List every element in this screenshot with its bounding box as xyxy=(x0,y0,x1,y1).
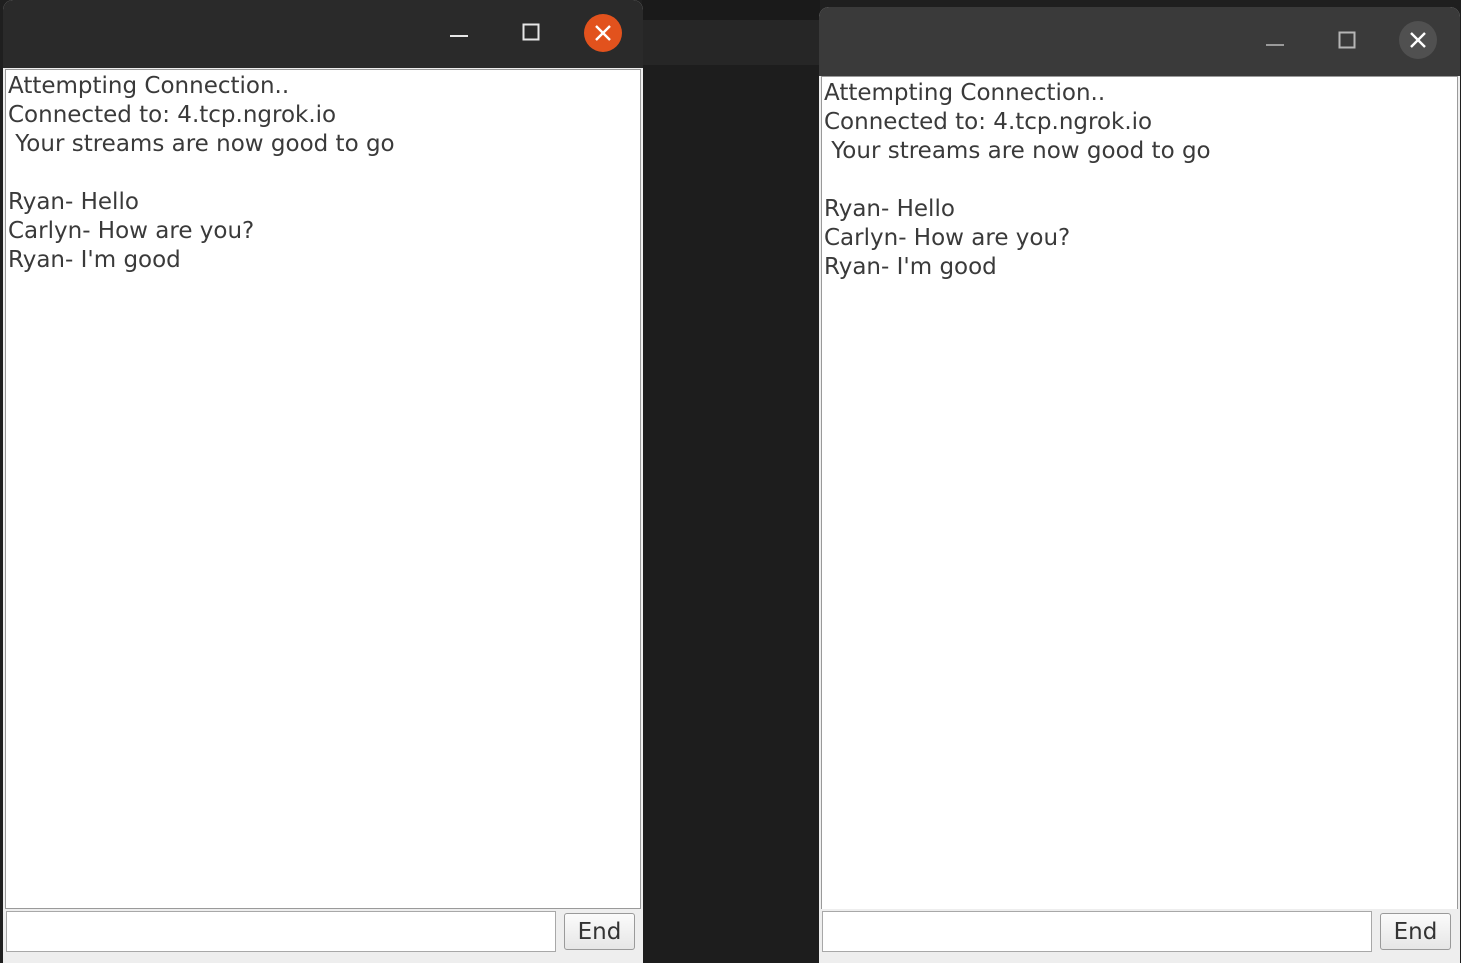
chat-log-line: Your streams are now good to go xyxy=(8,131,395,157)
chat-log-line: Carlyn- How are you? xyxy=(8,218,255,244)
chat-window-left: Attempting Connection.. Connected to: 4.… xyxy=(3,0,643,963)
close-button[interactable] xyxy=(1399,21,1437,59)
close-button[interactable] xyxy=(584,14,622,52)
chat-log-line xyxy=(824,166,1457,195)
chat-log-line: Attempting Connection.. xyxy=(8,73,290,99)
end-button[interactable]: End xyxy=(1380,913,1451,950)
message-input[interactable] xyxy=(6,911,556,952)
minimize-button[interactable] xyxy=(443,16,475,48)
background-window-edge xyxy=(642,20,820,65)
input-bar: End xyxy=(3,909,643,963)
input-bar: End xyxy=(819,909,1460,963)
minimize-icon xyxy=(450,35,468,37)
chat-log-line: Your streams are now good to go xyxy=(824,138,1211,164)
minimize-button[interactable] xyxy=(1259,24,1291,56)
chat-log-line xyxy=(8,159,640,188)
chat-log-line: Ryan- Hello xyxy=(8,189,139,215)
chat-log-area[interactable]: Attempting Connection.. Connected to: 4.… xyxy=(5,69,641,909)
maximize-icon xyxy=(522,23,540,41)
chat-log-line: Connected to: 4.tcp.ngrok.io xyxy=(824,109,1153,135)
maximize-button[interactable] xyxy=(515,16,547,48)
chat-log-line: Carlyn- How are you? xyxy=(824,225,1071,251)
end-button[interactable]: End xyxy=(564,913,635,950)
chat-log-line: Ryan- I'm good xyxy=(8,247,181,273)
chat-log-line: Ryan- I'm good xyxy=(824,254,997,280)
close-icon xyxy=(595,25,611,41)
message-input[interactable] xyxy=(822,911,1372,952)
maximize-button[interactable] xyxy=(1331,24,1363,56)
title-bar[interactable] xyxy=(819,7,1460,76)
desktop-top-panel xyxy=(642,0,820,20)
minimize-icon xyxy=(1266,44,1284,46)
chat-window-right: Attempting Connection.. Connected to: 4.… xyxy=(819,7,1460,963)
chat-log-line: Ryan- Hello xyxy=(824,196,955,222)
chat-log-line: Connected to: 4.tcp.ngrok.io xyxy=(8,102,337,128)
chat-log-line: Attempting Connection.. xyxy=(824,80,1106,106)
maximize-icon xyxy=(1338,31,1356,49)
chat-log-area[interactable]: Attempting Connection.. Connected to: 4.… xyxy=(821,76,1458,916)
desktop-background xyxy=(642,0,820,963)
close-icon xyxy=(1410,32,1426,48)
title-bar[interactable] xyxy=(3,0,643,68)
